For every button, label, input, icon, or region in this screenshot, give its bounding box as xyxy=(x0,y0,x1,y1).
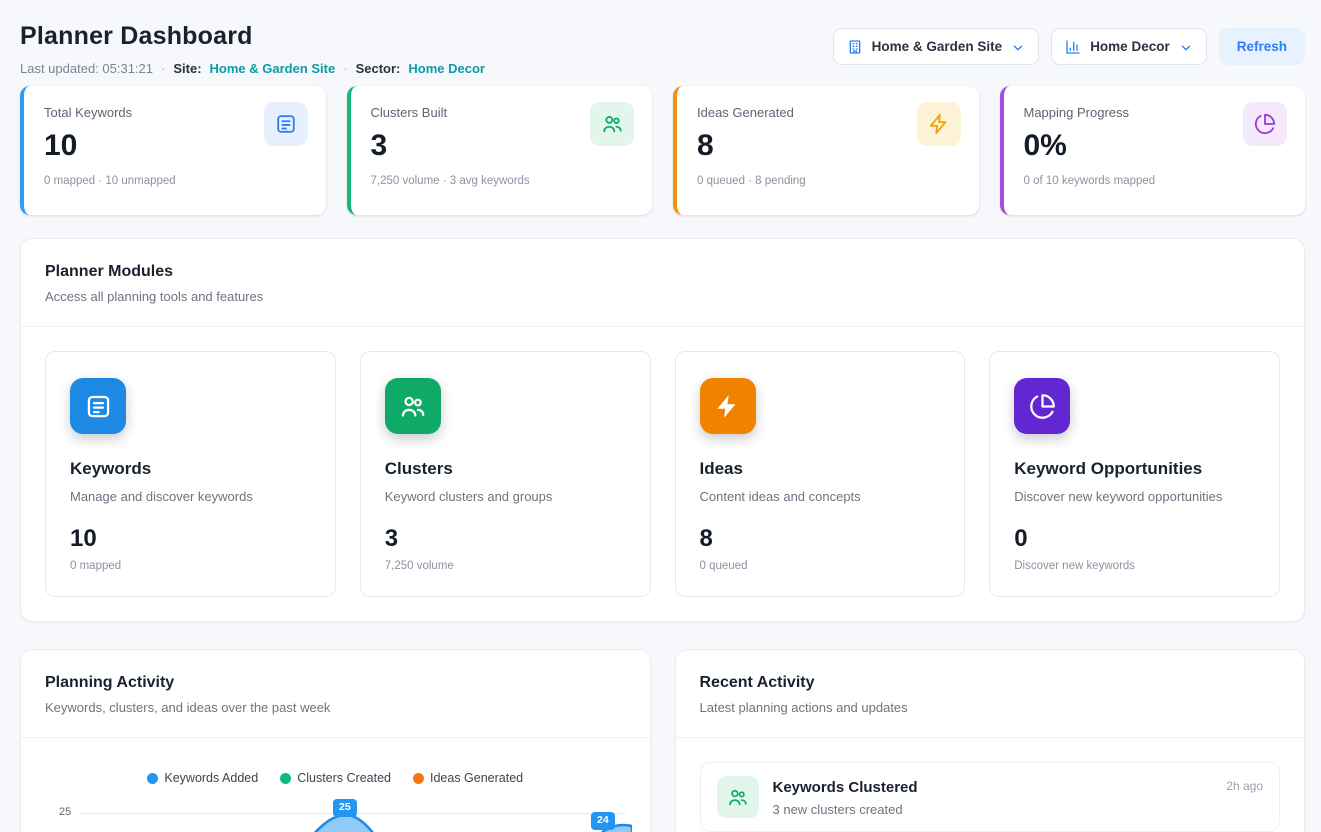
refresh-button[interactable]: Refresh xyxy=(1219,28,1305,65)
legend-dot-orange xyxy=(413,773,424,784)
stat-sub: 7,250 volume · 3 avg keywords xyxy=(371,175,633,187)
stat-sub: 0 of 10 keywords mapped xyxy=(1024,175,1286,187)
activity-item-content: Keywords Clustered 3 new clusters create… xyxy=(773,776,1213,817)
legend-label: Clusters Created xyxy=(297,771,391,785)
module-card-ideas[interactable]: Ideas Content ideas and concepts 8 0 que… xyxy=(675,351,966,597)
activity-list: Keywords Clustered 3 new clusters create… xyxy=(676,738,1305,832)
sector-selector-dropdown[interactable]: Home Decor xyxy=(1051,28,1207,65)
legend-item-ideas-generated: Ideas Generated xyxy=(413,771,523,785)
legend-dot-blue xyxy=(147,773,158,784)
meta-separator: · xyxy=(161,61,165,76)
modules-grid: Keywords Manage and discover keywords 10… xyxy=(21,327,1304,621)
recent-activity-header: Recent Activity Latest planning actions … xyxy=(676,650,1305,737)
stat-card-mapping-progress: Mapping Progress 0% 0 of 10 keywords map… xyxy=(1000,86,1306,215)
users-icon xyxy=(385,378,441,434)
module-value: 10 xyxy=(70,525,311,553)
data-point-label: 25 xyxy=(333,799,357,817)
legend-label: Ideas Generated xyxy=(430,771,523,785)
planning-activity-title: Planning Activity xyxy=(45,674,626,692)
planner-modules-panel: Planner Modules Access all planning tool… xyxy=(20,238,1305,622)
module-title: Keywords xyxy=(70,459,311,479)
stat-card-clusters-built: Clusters Built 3 7,250 volume · 3 avg ke… xyxy=(347,86,653,215)
recent-activity-panel: Recent Activity Latest planning actions … xyxy=(675,649,1306,832)
legend-item-clusters-created: Clusters Created xyxy=(280,771,391,785)
module-sub: 0 queued xyxy=(700,560,941,572)
module-sub: 0 mapped xyxy=(70,560,311,572)
site-selector-value: Home & Garden Site xyxy=(872,39,1003,54)
site-link[interactable]: Home & Garden Site xyxy=(210,61,336,76)
lightning-icon xyxy=(700,378,756,434)
module-card-keywords[interactable]: Keywords Manage and discover keywords 10… xyxy=(45,351,336,597)
site-selector-dropdown[interactable]: Home & Garden Site xyxy=(833,28,1040,65)
pie-chart-icon xyxy=(1014,378,1070,434)
users-icon xyxy=(717,776,759,818)
planning-activity-header: Planning Activity Keywords, clusters, an… xyxy=(21,650,650,737)
planning-activity-subtitle: Keywords, clusters, and ideas over the p… xyxy=(45,700,626,715)
site-label: Site: xyxy=(173,61,201,76)
header-controls: Home & Garden Site Home Decor Refresh xyxy=(833,28,1305,65)
planner-dashboard-page: Planner Dashboard Last updated: 05:31:21… xyxy=(0,0,1321,832)
sector-link[interactable]: Home Decor xyxy=(408,61,485,76)
page-meta: Last updated: 05:31:21 · Site: Home & Ga… xyxy=(20,61,485,76)
module-description: Keyword clusters and groups xyxy=(385,489,626,504)
divider xyxy=(21,737,650,738)
bar-chart-icon xyxy=(1065,39,1081,55)
module-title: Keyword Opportunities xyxy=(1014,459,1255,479)
modules-title: Planner Modules xyxy=(45,263,1280,281)
data-point-label: 24 xyxy=(591,812,615,830)
module-value: 3 xyxy=(385,525,626,553)
recent-activity-subtitle: Latest planning actions and updates xyxy=(700,700,1281,715)
building-icon xyxy=(847,39,863,55)
lightning-icon xyxy=(917,102,961,146)
planning-activity-chart: 25 25 24 xyxy=(45,793,626,832)
stat-card-ideas-generated: Ideas Generated 8 0 queued · 8 pending xyxy=(673,86,979,215)
header-left: Planner Dashboard Last updated: 05:31:21… xyxy=(20,22,485,76)
activity-item-timestamp: 2h ago xyxy=(1226,779,1263,793)
module-title: Ideas xyxy=(700,459,941,479)
activity-item-title: Keywords Clustered xyxy=(773,779,1213,796)
module-description: Discover new keyword opportunities xyxy=(1014,489,1255,504)
module-description: Content ideas and concepts xyxy=(700,489,941,504)
module-value: 0 xyxy=(1014,525,1255,553)
y-axis-tick: 25 xyxy=(59,806,71,818)
page-header: Planner Dashboard Last updated: 05:31:21… xyxy=(0,0,1321,76)
document-icon xyxy=(70,378,126,434)
module-description: Manage and discover keywords xyxy=(70,489,311,504)
chevron-down-icon xyxy=(1179,40,1193,54)
module-title: Clusters xyxy=(385,459,626,479)
module-value: 8 xyxy=(700,525,941,553)
recent-activity-title: Recent Activity xyxy=(700,674,1281,692)
activity-item-description: 3 new clusters created xyxy=(773,802,1213,817)
sector-label: Sector: xyxy=(356,61,401,76)
modules-header: Planner Modules Access all planning tool… xyxy=(21,239,1304,326)
stat-sub: 0 mapped · 10 unmapped xyxy=(44,175,306,187)
stat-card-total-keywords: Total Keywords 10 0 mapped · 10 unmapped xyxy=(20,86,326,215)
legend-item-keywords-added: Keywords Added xyxy=(147,771,258,785)
legend-dot-green xyxy=(280,773,291,784)
chart-legend: Keywords Added Clusters Created Ideas Ge… xyxy=(21,771,650,785)
activity-item-keywords-clustered: Keywords Clustered 3 new clusters create… xyxy=(700,762,1281,832)
module-sub: Discover new keywords xyxy=(1014,560,1255,572)
modules-subtitle: Access all planning tools and features xyxy=(45,289,1280,304)
planning-activity-panel: Planning Activity Keywords, clusters, an… xyxy=(20,649,651,832)
stats-row: Total Keywords 10 0 mapped · 10 unmapped… xyxy=(20,86,1305,215)
module-card-clusters[interactable]: Clusters Keyword clusters and groups 3 7… xyxy=(360,351,651,597)
module-card-keyword-opportunities[interactable]: Keyword Opportunities Discover new keywo… xyxy=(989,351,1280,597)
pie-chart-icon xyxy=(1243,102,1287,146)
stat-sub: 0 queued · 8 pending xyxy=(697,175,959,187)
module-sub: 7,250 volume xyxy=(385,560,626,572)
document-icon xyxy=(264,102,308,146)
legend-label: Keywords Added xyxy=(164,771,258,785)
meta-separator: · xyxy=(343,61,347,76)
page-title: Planner Dashboard xyxy=(20,22,485,51)
chevron-down-icon xyxy=(1011,40,1025,54)
bottom-grid: Planning Activity Keywords, clusters, an… xyxy=(20,649,1305,832)
users-icon xyxy=(590,102,634,146)
last-updated-text: Last updated: 05:31:21 xyxy=(20,61,153,76)
sector-selector-value: Home Decor xyxy=(1090,39,1170,54)
